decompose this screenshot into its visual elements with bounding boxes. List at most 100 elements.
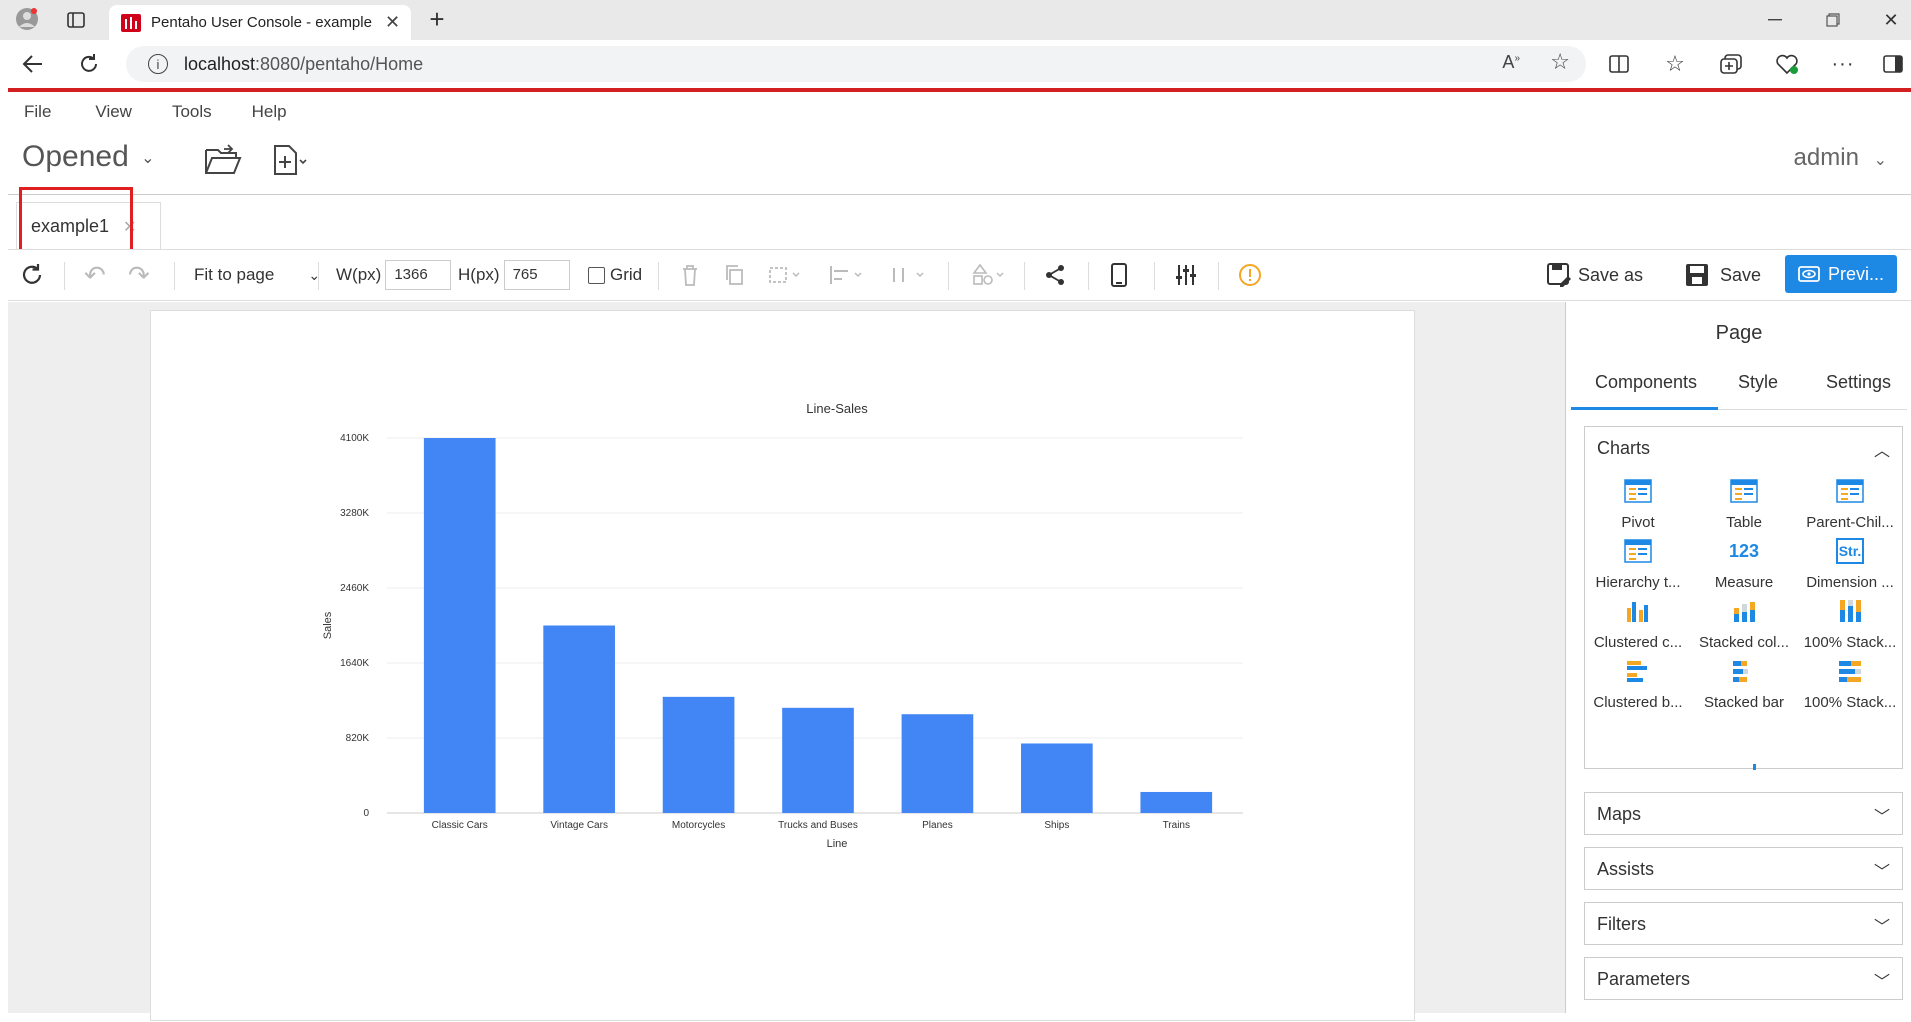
menu-tools[interactable]: Tools xyxy=(148,98,228,126)
tab-components[interactable]: Components xyxy=(1595,372,1697,393)
maps-section-title: Maps xyxy=(1597,804,1642,824)
filters-section[interactable]: Filters ﹀ xyxy=(1584,902,1903,945)
close-tab-icon[interactable]: ✕ xyxy=(385,12,400,33)
parameters-section[interactable]: Parameters ﹀ xyxy=(1584,957,1903,1000)
arrange-icon[interactable] xyxy=(768,250,804,300)
browser-essentials-icon[interactable] xyxy=(1772,50,1802,78)
user-name: admin xyxy=(1793,144,1859,171)
sidebar-toggle-icon[interactable] xyxy=(1878,50,1908,78)
component-label: 100% Stack... xyxy=(1803,694,1897,711)
component-stacked-bar[interactable]: Stacked bar xyxy=(1691,658,1797,730)
mobile-view-icon[interactable] xyxy=(1110,250,1128,300)
x-tick-label: Ships xyxy=(1044,820,1069,831)
restore-icon[interactable] xyxy=(1820,8,1846,32)
align-left-icon[interactable] xyxy=(828,250,868,300)
tab-actions-icon[interactable] xyxy=(64,8,88,32)
user-menu[interactable]: admin ⌄ xyxy=(1794,144,1887,172)
tab-style[interactable]: Style xyxy=(1738,372,1778,393)
assists-section[interactable]: Assists ﹀ xyxy=(1584,847,1903,890)
tab-settings[interactable]: Settings xyxy=(1826,372,1891,393)
measure-icon: 123 xyxy=(1729,541,1760,561)
bar-chart[interactable]: Line-Sales 0 820K 1640K 2460K 3280K 4100K Class… xyxy=(151,311,1416,1022)
info-icon[interactable] xyxy=(1238,250,1262,300)
menu-bar: File View Tools Help xyxy=(8,98,303,126)
clustered-column-icon xyxy=(1623,598,1653,626)
save-as-button[interactable]: Save as xyxy=(1546,250,1643,300)
parent-child-icon xyxy=(1835,478,1865,506)
shapes-icon[interactable] xyxy=(970,250,1010,300)
dimension-icon: Str. xyxy=(1835,538,1865,566)
menu-file[interactable]: File xyxy=(8,98,67,126)
width-input[interactable]: 1366 xyxy=(385,260,452,290)
reload-icon[interactable] xyxy=(74,50,104,78)
charts-section-title: Charts xyxy=(1597,438,1651,458)
assists-section-title: Assists xyxy=(1597,859,1655,879)
redo-icon[interactable]: ↷ xyxy=(128,250,150,300)
distribute-icon[interactable] xyxy=(890,250,930,300)
collections-icon[interactable] xyxy=(1716,50,1746,78)
header-divider xyxy=(8,194,1911,195)
share-icon[interactable] xyxy=(1044,250,1066,300)
read-aloud-icon[interactable]: A» xyxy=(1502,52,1520,73)
menu-help[interactable]: Help xyxy=(228,98,303,126)
component-label: Clustered b... xyxy=(1593,694,1683,711)
table-icon xyxy=(1729,478,1759,506)
bar xyxy=(782,707,854,813)
100-stacked-bar-icon xyxy=(1835,658,1865,686)
opened-label: Opened xyxy=(22,140,129,173)
grid-checkbox[interactable] xyxy=(588,266,605,284)
stacked-column-icon xyxy=(1729,598,1759,626)
component-label: Parent-Chil... xyxy=(1806,514,1894,531)
component-label: Measure xyxy=(1714,574,1774,591)
charts-section-header[interactable]: Charts ︿ xyxy=(1585,427,1902,470)
x-tick-label: Trucks and Buses xyxy=(778,820,858,831)
browser-tab-bar: Pentaho User Console - example ✕ + ✕ xyxy=(0,0,1911,40)
component-label: 100% Stack... xyxy=(1803,634,1897,651)
favorite-star-icon[interactable]: ☆ xyxy=(1550,49,1570,75)
settings-sliders-icon[interactable] xyxy=(1174,250,1198,300)
delete-icon[interactable] xyxy=(680,250,700,300)
new-tab-icon[interactable]: + xyxy=(424,4,450,34)
url-path: :8080/pentaho/Home xyxy=(255,53,424,74)
more-options-icon[interactable]: ··· xyxy=(1828,50,1858,78)
y-tick-label: 1640K xyxy=(340,658,369,669)
y-tick-label: 4100K xyxy=(340,433,369,444)
undo-icon[interactable]: ↶ xyxy=(84,250,106,300)
copy-icon[interactable] xyxy=(724,250,744,300)
bar xyxy=(662,696,735,813)
grid-toggle[interactable]: Grid xyxy=(588,250,642,300)
open-folder-icon[interactable] xyxy=(204,144,244,178)
height-input[interactable]: 765 xyxy=(503,260,570,290)
maps-section[interactable]: Maps ﹀ xyxy=(1584,792,1903,835)
preview-button[interactable]: Previ... xyxy=(1785,255,1897,293)
browser-tab-active[interactable]: Pentaho User Console - example ✕ xyxy=(109,5,411,40)
zoom-select-value: Fit to page xyxy=(194,265,275,284)
save-button[interactable]: Save xyxy=(1684,250,1761,300)
y-axis-label: Sales xyxy=(322,611,334,639)
favorites-icon[interactable]: ☆ xyxy=(1660,50,1690,78)
split-screen-icon[interactable] xyxy=(1604,50,1634,78)
back-icon[interactable] xyxy=(18,50,48,78)
component-label: Hierarchy t... xyxy=(1595,574,1681,591)
component-100-stacked-bar[interactable]: 100% Stack... xyxy=(1797,658,1903,730)
new-document-icon[interactable] xyxy=(272,144,312,178)
save-label: Save xyxy=(1720,264,1762,285)
site-info-icon[interactable]: i xyxy=(148,54,168,74)
design-canvas[interactable]: Line-Sales 0 820K 1640K 2460K 3280K 4100K Class… xyxy=(8,302,1565,1021)
component-clustered-bar[interactable]: Clustered b... xyxy=(1585,658,1691,730)
bar xyxy=(1021,743,1093,813)
clustered-bar-icon xyxy=(1623,658,1653,686)
url-field[interactable]: i localhost:8080/pentaho/Home A» ☆ xyxy=(126,46,1586,82)
minimize-icon[interactable] xyxy=(1762,8,1788,32)
zoom-select[interactable]: Fit to page ⌄ xyxy=(194,250,320,300)
width-field-group: W(px) 1366 xyxy=(336,250,452,300)
menu-view[interactable]: View xyxy=(67,98,148,126)
opened-dropdown[interactable]: Opened ⌄ xyxy=(22,140,155,174)
close-window-icon[interactable]: ✕ xyxy=(1878,8,1904,32)
editor-toolbar: ↶ ↷ Fit to page ⌄ W(px) 1366 H(px) 765 G… xyxy=(8,249,1911,301)
address-bar: i localhost:8080/pentaho/Home A» ☆ ☆ ··· xyxy=(0,40,1911,88)
properties-panel: Page Components Style Settings Charts ︿ … xyxy=(1565,302,1911,1013)
profile-avatar-icon[interactable] xyxy=(14,6,40,32)
report-page[interactable]: Line-Sales 0 820K 1640K 2460K 3280K 4100K Class… xyxy=(150,310,1415,1021)
refresh-icon[interactable] xyxy=(20,250,44,300)
